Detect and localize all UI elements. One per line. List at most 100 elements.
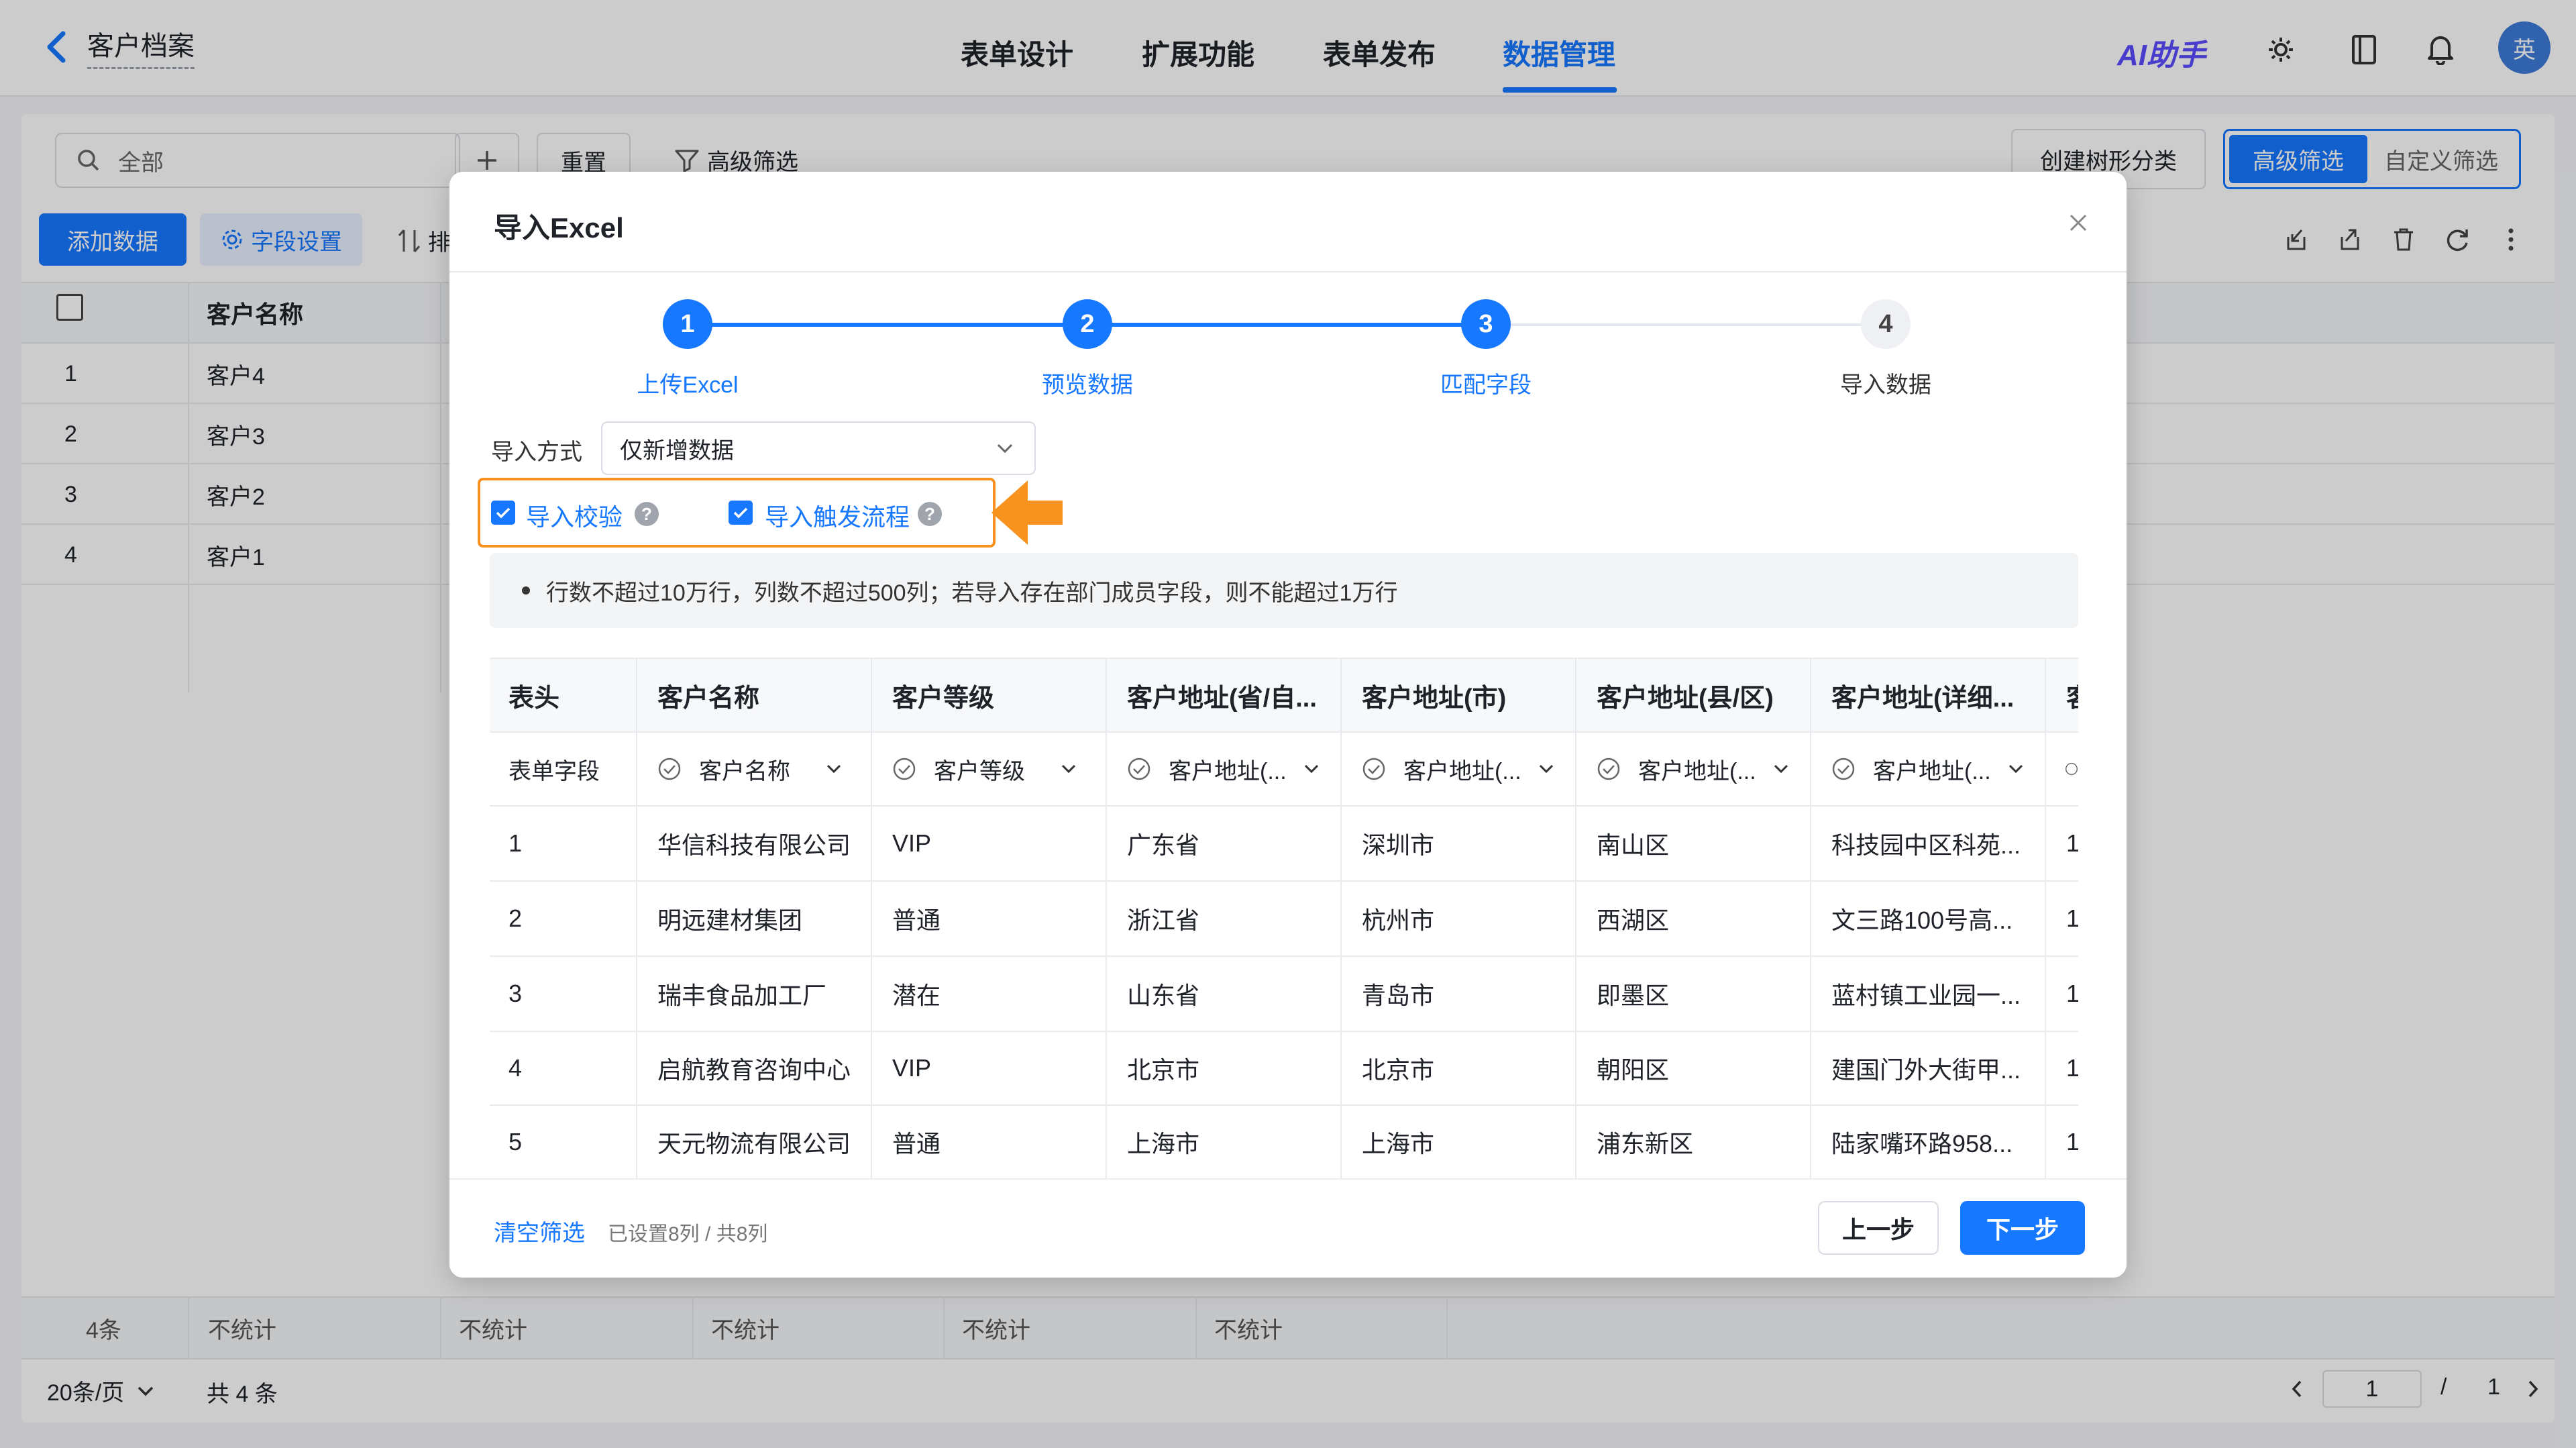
import-mode-select[interactable]: 仅新增数据 [601,421,1036,475]
notice-text: 行数不超过10万行，列数不超过500列；若导入存在部门成员字段，则不能超过1万行 [546,580,1398,606]
row-index-cell: 4 [508,1054,523,1082]
next-step-button[interactable]: 下一步 [1960,1201,2085,1255]
check-circle-icon [2065,762,2078,776]
table-cell: 潜在 [892,982,941,1009]
table-cell: 南山区 [1597,831,1670,859]
field-mapping-select[interactable]: 客户地址(... [1362,733,1570,805]
col-divider [1106,659,1107,1180]
table-cell: 广东省 [1127,831,1200,859]
check-circle-icon [658,758,681,780]
field-mapping-value: 客户地址(... [1873,758,1991,784]
pointer-arrow-icon [986,472,1067,553]
field-mapping-select[interactable]: 客户名称 [657,733,865,805]
step-2-circle: 2 [1063,299,1112,349]
row-index-cell: 1 [508,829,523,857]
header-cell: 客户名称 [657,684,760,713]
header-cell: 客户地址(详细... [1831,684,2015,713]
col-divider [636,659,637,1180]
table-cell: 普通 [892,907,941,934]
table-cell: 朝阳区 [1597,1056,1670,1084]
table-cell: 瑞丰食品加工厂 [657,982,827,1009]
help-icon[interactable]: ? [635,502,659,526]
header-divider [449,271,2127,272]
chevron-down-icon [826,764,841,774]
header-cell: 客户等级 [892,684,995,713]
col-divider [1810,659,1811,1180]
table-cell: 上海市 [1127,1130,1200,1157]
header-cell: 客户地址(县/区) [1597,684,1774,713]
header-cell: 客 [2066,659,2078,731]
col-divider [871,659,872,1180]
validate-checkbox[interactable] [491,501,515,525]
checkmark-icon [496,507,511,519]
field-row-label: 表单字段 [508,758,600,784]
help-icon[interactable]: ? [918,502,942,526]
field-mapping-select[interactable]: 客户地址(... [1831,733,2039,805]
check-circle-icon [1128,758,1150,780]
col-divider [2045,659,2046,1180]
clear-filter-link[interactable]: 清空筛选 [494,1214,585,1247]
header-cell: 客户地址(省/自... [1127,684,1317,713]
step-1-circle: 1 [663,299,712,349]
table-cell: 明远建材集团 [657,907,803,934]
check-circle-icon [1362,758,1385,780]
step-4-circle: 4 [1861,299,1911,349]
trigger-flow-label[interactable]: 导入触发流程 [765,498,910,533]
step-2-label: 预览数据 [1042,372,1133,398]
chevron-down-icon [1061,764,1076,774]
field-mapping-value: 客户名称 [699,758,790,784]
chevron-down-icon [1539,764,1554,774]
table-cell: 1 [2066,1054,2078,1082]
close-icon[interactable] [2063,208,2093,238]
field-mapping-select[interactable] [2065,733,2078,805]
check-circle-icon [1832,758,1855,780]
field-mapping-value: 客户等级 [934,758,1025,784]
table-cell: VIP [892,1054,932,1082]
mapping-status: 已设置8列 / 共8列 [608,1223,768,1245]
table-cell: 启航教育咨询中心 [657,1056,851,1084]
import-mode-label: 导入方式 [491,439,582,465]
field-mapping-select[interactable]: 客户地址(... [1597,733,1805,805]
chevron-down-icon [997,444,1013,454]
table-cell: 文三路100号高... [1831,907,2013,934]
validate-label[interactable]: 导入校验 [526,498,623,533]
table-cell: 普通 [892,1130,941,1157]
check-circle-icon [893,758,916,780]
table-cell: 天元物流有限公司 [657,1130,851,1157]
chevron-down-icon [2008,764,2023,774]
field-mapping-select[interactable]: 客户等级 [892,733,1100,805]
table-cell: 陆家嘴环路958... [1831,1130,2013,1157]
table-cell: 1 [2066,980,2078,1007]
table-cell: 华信科技有限公司 [657,831,851,859]
table-cell: 青岛市 [1362,982,1435,1009]
check-circle-icon [1597,758,1620,780]
trigger-flow-checkbox[interactable] [729,501,753,525]
import-notice: 行数不超过10万行，列数不超过500列；若导入存在部门成员字段，则不能超过1万行 [490,553,2078,628]
table-cell: 浙江省 [1127,907,1200,934]
previous-step-button[interactable]: 上一步 [1818,1201,1939,1255]
checkmark-icon [733,507,748,519]
table-cell: 深圳市 [1362,831,1435,859]
table-cell: 1 [2066,904,2078,932]
col-divider [1340,659,1342,1180]
field-mapping-value: 客户地址(... [1403,758,1521,784]
table-cell: 1 [2066,829,2078,857]
dialog-title: 导入Excel [494,212,624,244]
step-4-label: 导入数据 [1840,372,1931,398]
table-cell: 蓝村镇工业园一... [1831,982,2021,1009]
chevron-down-icon [1774,764,1788,774]
col-divider [1575,659,1576,1180]
header-cell: 客户地址(市) [1362,684,1507,713]
row-index-cell: 5 [508,1128,523,1155]
table-cell: 北京市 [1127,1056,1200,1084]
table-cell: 建国门外大街甲... [1831,1056,2021,1084]
step-line-pending [1484,323,1886,326]
table-cell: 1 [2066,1128,2078,1155]
table-cell: 即墨区 [1597,982,1670,1009]
table-cell: 浦东新区 [1597,1130,1694,1157]
table-cell: 杭州市 [1362,907,1435,934]
table-cell: 上海市 [1362,1130,1435,1157]
chevron-down-icon [1304,764,1319,774]
field-mapping-select[interactable]: 客户地址(... [1127,733,1335,805]
table-cell: VIP [892,829,932,857]
